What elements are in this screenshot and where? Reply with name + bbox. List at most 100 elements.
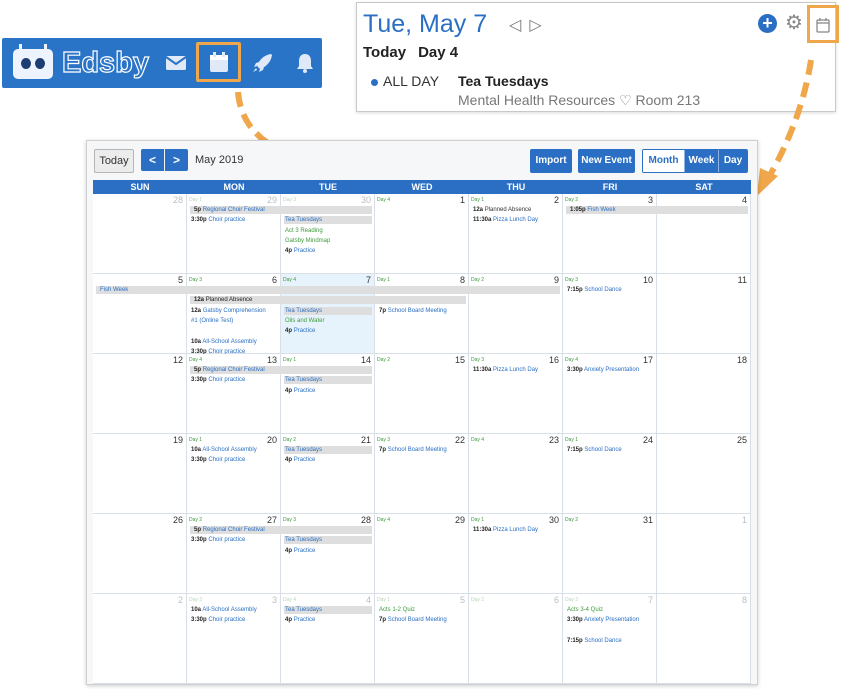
event-time: 4p bbox=[285, 457, 293, 464]
calendar-event[interactable]: 4p Practice bbox=[285, 547, 315, 555]
gear-icon[interactable]: ⚙ bbox=[785, 13, 803, 33]
calendar-event[interactable]: 4p Practice bbox=[285, 327, 315, 335]
calendar-event[interactable]: 3:30p Choir practice bbox=[191, 536, 245, 544]
day-cell[interactable]: 1 bbox=[657, 514, 751, 594]
calendar-event[interactable]: 4p Practice bbox=[285, 616, 315, 624]
rocket-icon[interactable] bbox=[251, 52, 275, 74]
day-number: 25 bbox=[736, 435, 747, 445]
calendar-event[interactable]: 3:30p Anxiety Presentation bbox=[567, 366, 639, 374]
cycle-day-label: Day 4 bbox=[283, 597, 297, 603]
event-title: Regional Choir Festival bbox=[202, 367, 265, 373]
calendar-event[interactable]: 12a Planned Absence bbox=[473, 206, 531, 214]
day-cell[interactable]: 2 bbox=[93, 594, 187, 684]
day-number: 3 bbox=[647, 195, 653, 205]
calendar-event[interactable]: 3:30p Choir practice bbox=[191, 376, 245, 384]
calendar-event[interactable]: 11:30a Pizza Lunch Day bbox=[473, 526, 538, 534]
prev-day-icon[interactable]: ◁ bbox=[509, 17, 529, 34]
calendar-event[interactable]: 10a All-School Assembly bbox=[191, 338, 257, 346]
day-cell[interactable]: 18 bbox=[657, 354, 751, 434]
calendar-event[interactable]: 4p Practice bbox=[285, 387, 315, 395]
day-cell[interactable]: 6 Day 2 bbox=[469, 594, 563, 684]
day-cell[interactable]: 19 bbox=[93, 434, 187, 514]
calendar-event[interactable]: 7:15p School Dance bbox=[567, 637, 622, 645]
day-cell[interactable]: 28 bbox=[93, 194, 187, 274]
weekday-wed: WED bbox=[411, 182, 433, 192]
calendar-event[interactable]: 11:30a Pizza Lunch Day bbox=[473, 216, 538, 224]
calendar-event[interactable]: Tea Tuesdays bbox=[285, 446, 322, 454]
calendar-event[interactable]: 4p Practice bbox=[285, 456, 315, 464]
calendar-event[interactable]: #1 (Online Test) bbox=[191, 317, 233, 325]
calendar-event[interactable]: 4p Practice bbox=[285, 247, 315, 255]
calendar-event[interactable]: 3:30p Choir practice bbox=[191, 616, 245, 624]
calendar-event[interactable]: Tea Tuesdays bbox=[285, 307, 322, 315]
calendar-event[interactable]: 11:30a Pizza Lunch Day bbox=[473, 366, 538, 374]
multi-day-event[interactable]: 12a Planned Absence bbox=[190, 296, 466, 305]
calendar-event[interactable]: 7p School Board Meeting bbox=[379, 446, 447, 454]
cycle-day-label: Day 1 bbox=[377, 277, 391, 283]
day-cell[interactable]: 23 Day 4 bbox=[469, 434, 563, 514]
calendar-event[interactable]: Act 3 Reading bbox=[285, 227, 323, 235]
multi-day-event[interactable]: 1:05p Fish Week bbox=[566, 206, 748, 214]
event-title: Choir practice bbox=[208, 377, 246, 384]
day-number: 17 bbox=[642, 355, 653, 365]
day-cell[interactable]: 8 bbox=[657, 594, 751, 684]
brand-name[interactable]: Edsby bbox=[61, 46, 149, 80]
multi-day-event[interactable]: 5p Regional Choir Festival bbox=[190, 526, 372, 534]
calendar-event[interactable]: Tea Tuesdays bbox=[285, 606, 322, 614]
day-panel-today: Today bbox=[363, 44, 407, 61]
multi-day-event[interactable]: 5p Regional Choir Festival bbox=[190, 366, 372, 374]
day-cell[interactable]: 11 bbox=[657, 274, 751, 354]
mail-icon[interactable] bbox=[164, 52, 188, 74]
event-title[interactable]: Tea Tuesdays bbox=[458, 73, 549, 89]
day-cell[interactable]: 1 Day 4 bbox=[375, 194, 469, 274]
event-title: Regional Choir Festival bbox=[202, 527, 265, 533]
event-title: All-School Assembly bbox=[202, 607, 257, 613]
bell-icon[interactable] bbox=[293, 52, 317, 74]
calendar-view-button[interactable] bbox=[807, 5, 839, 43]
day-cell[interactable]: 26 bbox=[93, 514, 187, 594]
today-button[interactable]: Today bbox=[94, 149, 134, 173]
day-number: 15 bbox=[454, 355, 465, 365]
calendar-event[interactable]: 7p School Board Meeting bbox=[379, 307, 447, 315]
day-cell[interactable]: 31 Day 2 bbox=[563, 514, 657, 594]
next-month-button[interactable]: > bbox=[165, 149, 188, 171]
calendar-event[interactable]: 3:30p Choir practice bbox=[191, 456, 245, 464]
prev-month-button[interactable]: < bbox=[141, 149, 164, 171]
next-day-icon[interactable]: ▷ bbox=[529, 17, 549, 34]
new-event-button[interactable]: New Event bbox=[578, 149, 635, 173]
add-event-icon[interactable]: + bbox=[758, 14, 777, 33]
multi-day-event[interactable]: 5p Regional Choir Festival bbox=[190, 206, 372, 214]
import-button[interactable]: Import bbox=[530, 149, 572, 173]
calendar-event[interactable]: 3:30p Anxiety Presentation bbox=[567, 616, 639, 624]
calendar-event[interactable]: Acts 1-2 Quiz bbox=[379, 606, 415, 614]
calendar-event[interactable]: Tea Tuesdays bbox=[285, 216, 322, 224]
event-title: Pizza Lunch Day bbox=[493, 367, 539, 373]
multi-day-event[interactable]: Fish Week bbox=[96, 286, 560, 294]
cycle-day-label: Day 4 bbox=[565, 357, 579, 363]
event-title: Fish Week bbox=[100, 287, 129, 293]
calendar-event[interactable]: 10a All-School Assembly bbox=[191, 446, 257, 454]
day-cell[interactable]: 29 Day 4 bbox=[375, 514, 469, 594]
day-cell[interactable]: 12 bbox=[93, 354, 187, 434]
event-title: School Board Meeting bbox=[387, 447, 447, 453]
week-view-button[interactable]: Week bbox=[684, 150, 718, 172]
calendar-event[interactable]: Oils and Water bbox=[285, 317, 324, 325]
edsby-robot-logo-icon[interactable] bbox=[13, 44, 53, 79]
calendar-event[interactable]: 7:15p School Dance bbox=[567, 446, 622, 454]
calendar-event[interactable]: 12a Gatsby Comprehension bbox=[191, 307, 266, 315]
calendar-event[interactable]: 7p School Board Meeting bbox=[379, 616, 447, 624]
calendar-event[interactable]: Acts 3-4 Quiz bbox=[567, 606, 603, 614]
calendar-event[interactable]: 7:15p School Dance bbox=[567, 286, 622, 294]
cycle-day-label: Day 2 bbox=[471, 277, 485, 283]
weekday-thu: THU bbox=[506, 182, 526, 192]
day-cell[interactable]: 25 bbox=[657, 434, 751, 514]
day-view-button[interactable]: Day bbox=[718, 150, 747, 172]
day-number: 6 bbox=[553, 595, 559, 605]
calendar-event[interactable]: 3:30p Choir practice bbox=[191, 216, 245, 224]
calendar-event[interactable]: Tea Tuesdays bbox=[285, 376, 322, 384]
calendar-event[interactable]: 10a All-School Assembly bbox=[191, 606, 257, 614]
month-view-button[interactable]: Month bbox=[643, 150, 684, 172]
calendar-event[interactable]: Gatsby Mindmap bbox=[285, 237, 330, 245]
day-cell[interactable]: 15 Day 2 bbox=[375, 354, 469, 434]
calendar-event[interactable]: Tea Tuesdays bbox=[285, 536, 322, 544]
